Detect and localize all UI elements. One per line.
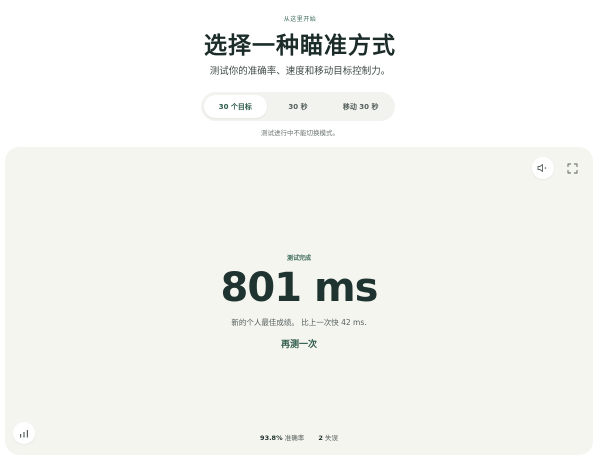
page-subtitle: 测试你的准确率、速度和移动目标控制力。: [209, 66, 391, 77]
mode-switch: 30 个目标 30 秒 移动 30 秒: [201, 92, 395, 121]
result-stats: 93.8% 准确率 2 失误: [5, 432, 593, 442]
miss-value: 2: [318, 434, 323, 442]
retry-button[interactable]: 再测一次: [5, 337, 593, 350]
result-time: 801 ms: [220, 265, 379, 311]
eyebrow-label: 从这里开始: [283, 16, 317, 23]
test-arena[interactable]: 测试完成 801 ms 新的个人最佳成绩。 比上一次快 42 ms. 再测一次 …: [5, 147, 593, 455]
sound-toggle-button[interactable]: [532, 157, 554, 179]
tab-moving-30-seconds[interactable]: 移动 30 秒: [329, 95, 392, 118]
tab-30-targets[interactable]: 30 个目标: [204, 95, 267, 118]
result-label: 测试完成: [286, 255, 311, 262]
result-message: 新的个人最佳成绩。 比上一次快 42 ms.: [231, 318, 367, 327]
fullscreen-button[interactable]: [561, 157, 583, 179]
speaker-muted-icon: [537, 164, 547, 172]
miss-label: 失误: [324, 434, 338, 442]
accuracy-value: 93.8%: [260, 434, 283, 442]
fullscreen-icon: [567, 163, 577, 173]
page-title: 选择一种瞄准方式: [204, 33, 396, 59]
tab-30-seconds[interactable]: 30 秒: [267, 95, 330, 118]
accuracy-label: 准确率: [284, 434, 305, 442]
mode-lock-note: 测试进行中不能切换模式。: [261, 129, 339, 137]
